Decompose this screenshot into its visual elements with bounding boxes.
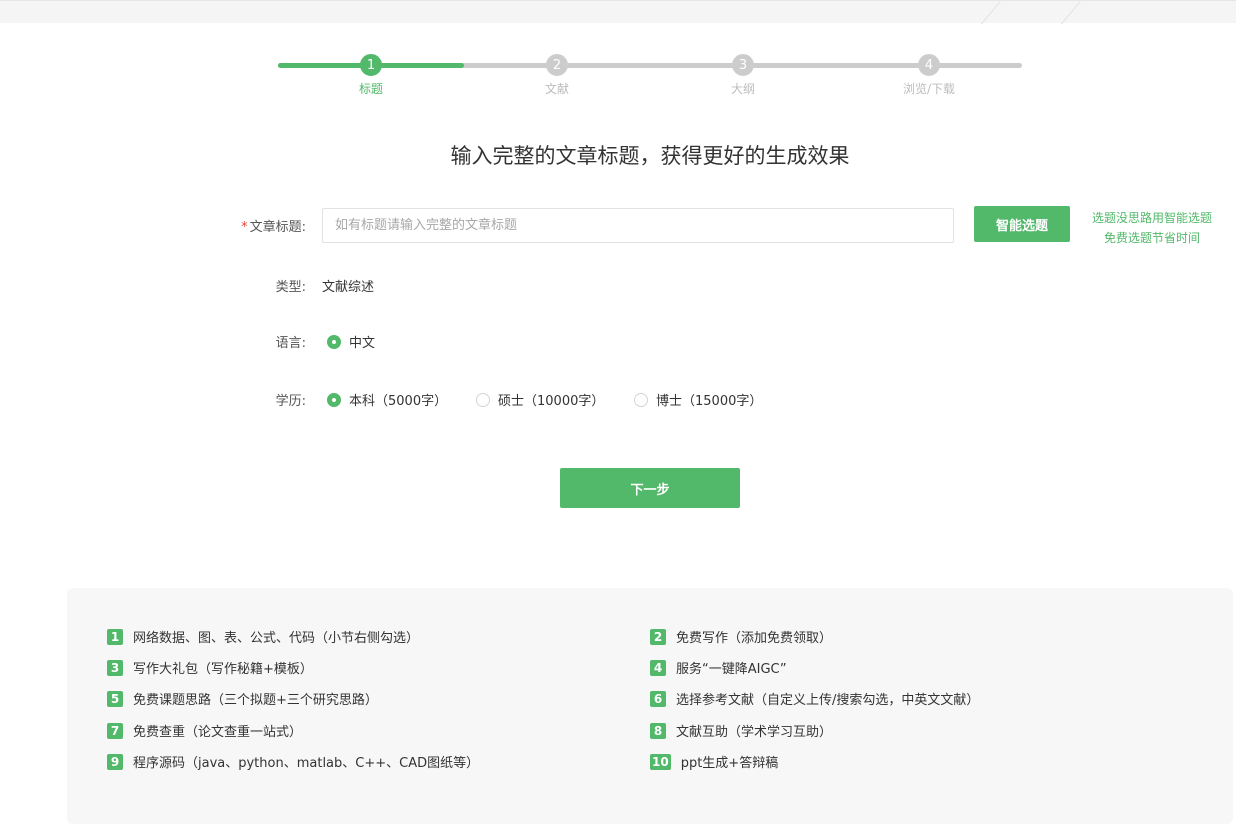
radio-label: 本科（5000字） [349, 394, 448, 409]
feature-text: ppt生成+答辩稿 [680, 756, 779, 771]
feature-text: 选择参考文献（自定义上传/搜索勾选，中英文文献） [676, 693, 980, 708]
step-label: 文献 [544, 82, 569, 96]
step-2[interactable]: 2 文献 [497, 54, 617, 97]
radio-icon [327, 392, 341, 407]
decor-line [1060, 1, 1081, 25]
step-4[interactable]: 4 浏览/下载 [869, 54, 989, 97]
radio-icon [634, 392, 648, 407]
feature-number: 4 [650, 659, 666, 676]
feature-number: 3 [107, 659, 123, 676]
feature-item: 4 服务“一键降AIGC” [650, 658, 787, 677]
feature-text: 网络数据、图、表、公式、代码（小节右侧勾选） [133, 631, 420, 646]
top-bar [0, 0, 1236, 25]
feature-number: 10 [650, 753, 671, 770]
type-label: 类型: [275, 280, 306, 295]
title-label-text: 文章标题: [249, 220, 306, 235]
step-3[interactable]: 3 大纲 [683, 54, 803, 97]
radio-icon [327, 334, 341, 349]
step-number: 2 [546, 54, 568, 76]
feature-item: 1 网络数据、图、表、公式、代码（小节右侧勾选） [107, 627, 419, 646]
step-number: 1 [360, 54, 382, 76]
feature-item: 6 选择参考文献（自定义上传/搜索勾选，中英文文献） [650, 689, 979, 708]
language-label: 语言: [275, 336, 306, 351]
decor-line [980, 1, 1001, 25]
radio-label: 博士（15000字） [656, 394, 763, 409]
step-number: 4 [918, 54, 940, 76]
feature-text: 文献互助（学术学习互助） [676, 725, 833, 740]
feature-number: 7 [107, 722, 123, 739]
feature-text: 程序源码（java、python、matlab、C++、CAD图纸等） [133, 756, 480, 771]
step-label: 大纲 [730, 82, 755, 96]
title-input[interactable] [322, 208, 954, 243]
feature-number: 9 [107, 753, 123, 770]
feature-item: 9 程序源码（java、python、matlab、C++、CAD图纸等） [107, 752, 479, 771]
step-number: 3 [732, 54, 754, 76]
step-label: 浏览/下载 [902, 82, 956, 96]
feature-number: 2 [650, 628, 666, 645]
next-step-button[interactable]: 下一步 [560, 468, 740, 508]
feature-item: 8 文献互助（学术学习互助） [650, 721, 832, 740]
feature-item: 3 写作大礼包（写作秘籍+模板） [107, 658, 313, 677]
required-mark: * [241, 220, 248, 235]
feature-text: 免费写作（添加免费领取） [676, 631, 833, 646]
language-option-chinese[interactable]: 中文 [327, 332, 375, 351]
type-value: 文献综述 [322, 280, 375, 295]
radio-label: 中文 [349, 336, 376, 351]
feature-item: 10 ppt生成+答辩稿 [650, 752, 778, 771]
feature-number: 1 [107, 628, 123, 645]
feature-number: 6 [650, 690, 666, 707]
radio-label: 硕士（10000字） [498, 394, 605, 409]
degree-option-bachelor[interactable]: 本科（5000字） [327, 390, 447, 409]
degree-option-doctor[interactable]: 博士（15000字） [634, 390, 762, 409]
title-label: * 文章标题: [226, 216, 306, 235]
feature-item: 2 免费写作（添加免费领取） [650, 627, 832, 646]
smart-topic-tip[interactable]: 选题没思路用智能选题 免费选题节省时间 [1086, 208, 1218, 248]
degree-option-master[interactable]: 硕士（10000字） [476, 390, 604, 409]
radio-icon [476, 392, 490, 407]
tip-line-2: 免费选题节省时间 [1103, 231, 1200, 245]
feature-number: 8 [650, 722, 666, 739]
features-panel: 1 网络数据、图、表、公式、代码（小节右侧勾选） 2 免费写作（添加免费领取） … [67, 588, 1233, 824]
tip-line-1: 选题没思路用智能选题 [1091, 211, 1212, 225]
feature-number: 5 [107, 690, 123, 707]
step-label: 标题 [358, 82, 383, 96]
feature-text: 免费课题思路（三个拟题+三个研究思路） [133, 693, 378, 708]
feature-text: 服务“一键降AIGC” [676, 662, 787, 677]
feature-item: 5 免费课题思路（三个拟题+三个研究思路） [107, 689, 378, 708]
feature-item: 7 免费查重（论文查重一站式） [107, 721, 302, 740]
feature-text: 写作大礼包（写作秘籍+模板） [133, 662, 313, 677]
page-headline: 输入完整的文章标题，获得更好的生成效果 [450, 144, 850, 168]
degree-label: 学历: [275, 394, 306, 409]
feature-text: 免费查重（论文查重一站式） [133, 725, 303, 740]
step-1[interactable]: 1 标题 [311, 54, 431, 97]
smart-topic-button[interactable]: 智能选题 [974, 206, 1070, 242]
